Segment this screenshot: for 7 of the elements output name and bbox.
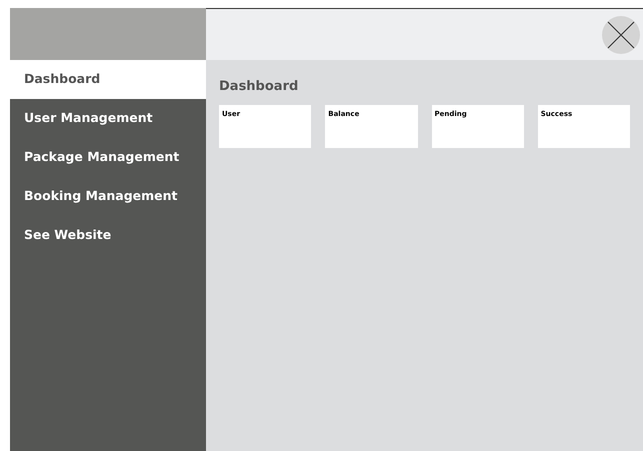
page-title: Dashboard xyxy=(219,78,300,96)
sidebar-item[interactable]: See Website xyxy=(10,216,206,255)
close-icon[interactable] xyxy=(601,14,641,54)
sidebar-item[interactable]: Package Management xyxy=(10,138,206,177)
sidebar-item[interactable]: User Management xyxy=(10,99,206,138)
sidebar-item[interactable]: Dashboard xyxy=(10,60,206,99)
sidebar-item[interactable]: Booking Management xyxy=(10,177,206,216)
